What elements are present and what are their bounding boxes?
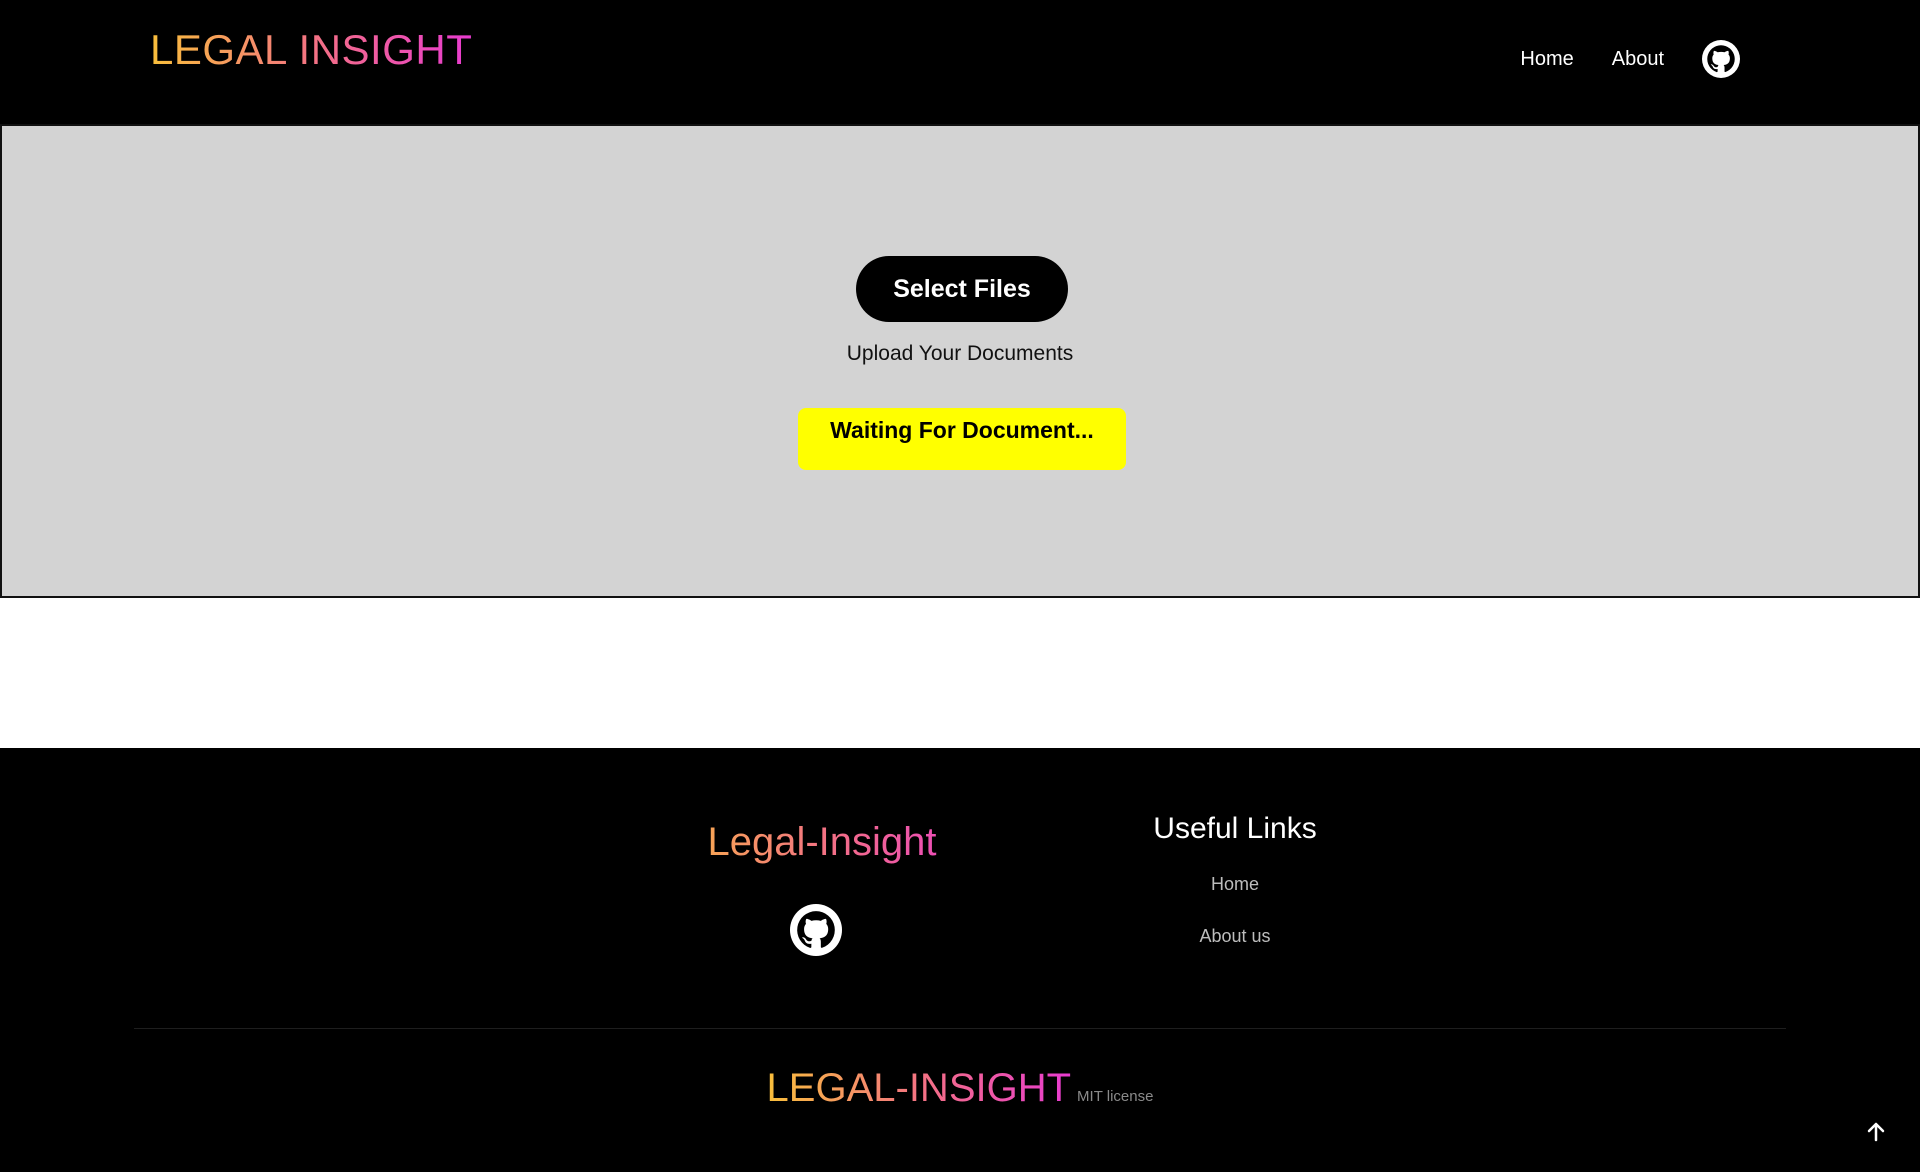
top-navbar: LEGAL INSIGHT Home About [0,0,1920,124]
nav-home-link[interactable]: Home [1520,48,1573,71]
footer-brand: Legal-Insight [640,820,1004,865]
footer-bottom-brand: LEGAL-INSIGHT MIT license [0,1066,1920,1111]
brand-logo[interactable]: LEGAL INSIGHT [150,26,472,74]
footer-about-link[interactable]: About us [1120,926,1350,947]
nav-links: Home About [1520,40,1740,78]
license-text: MIT license [1077,1088,1154,1105]
footer-divider [134,1028,1786,1029]
upload-panel: Select Files Upload Your Documents Waiti… [0,124,1920,598]
arrow-up-icon[interactable] [1860,1116,1892,1148]
useful-links-heading: Useful Links [1153,812,1317,845]
footer: Legal-Insight Useful Links Home About us… [0,748,1920,1172]
github-icon[interactable] [1702,40,1740,78]
nav-about-link[interactable]: About [1612,48,1664,71]
github-icon[interactable] [790,904,842,956]
footer-home-link[interactable]: Home [1120,874,1350,895]
select-files-button[interactable]: Select Files [856,256,1068,322]
bottom-brand-name: LEGAL-INSIGHT [766,1066,1072,1110]
upload-hint-text: Upload Your Documents [846,342,1074,365]
document-status-badge: Waiting For Document... [798,408,1126,470]
